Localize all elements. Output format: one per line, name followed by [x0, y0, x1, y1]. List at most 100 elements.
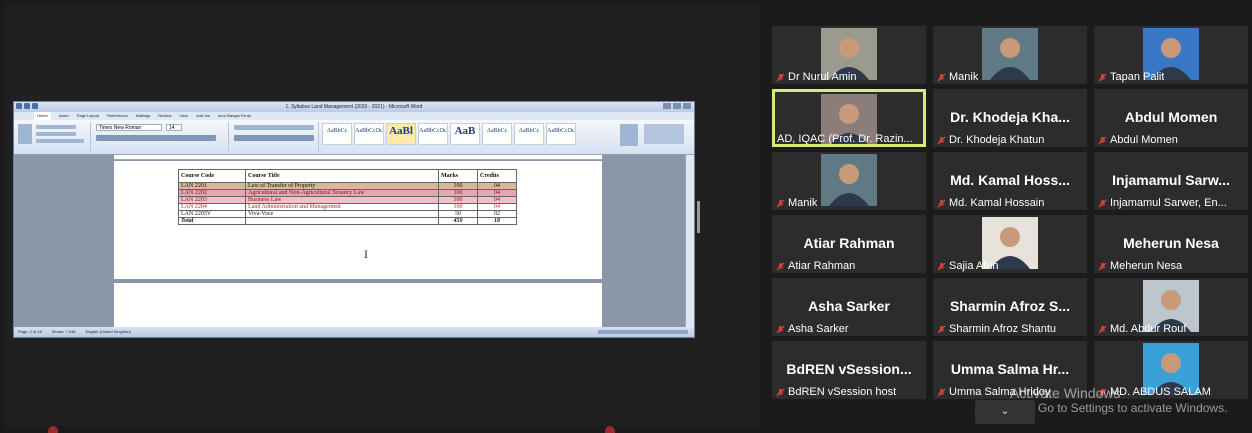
ribbon-tab[interactable]: References: [107, 112, 127, 120]
meeting-window: 1. Syllabus Land Management (2020 - 2021…: [0, 0, 1252, 433]
participant-name-label: AD, IQAC (Prof. Dr. Razin...: [777, 133, 913, 145]
minimize-icon[interactable]: [663, 103, 671, 109]
participant-display-name: Dr. Khodeja Kha...: [950, 109, 1070, 125]
shared-screen: 1. Syllabus Land Management (2020 - 2021…: [5, 6, 760, 426]
participant-name: Injamamul Sarwer, En...: [1110, 197, 1227, 209]
page-number: I: [364, 247, 368, 261]
table-header-cell: Course Title: [245, 169, 439, 183]
table-header-cell: Credits: [477, 169, 517, 183]
table-cell: Land Administration and Management: [245, 203, 439, 211]
participant-display-name: Atiar Rahman: [803, 235, 895, 251]
participant-tile[interactable]: Abdul Momen Abdul Momen: [1094, 89, 1248, 147]
change-styles-button[interactable]: [620, 124, 638, 146]
record-indicator: [605, 426, 615, 433]
participant-tile[interactable]: Tapan Palit: [1094, 26, 1248, 84]
document-page[interactable]: Course Code Course Title Marks Credits LAN …: [114, 161, 602, 279]
cut-button[interactable]: [36, 125, 76, 129]
participant-tile[interactable]: AD, IQAC (Prof. Dr. Razin...: [772, 89, 926, 147]
table-cell: 04: [477, 203, 517, 211]
mic-muted-icon: [1098, 324, 1107, 334]
ribbon-tab[interactable]: Acro Bangla Fonts: [218, 112, 251, 120]
vertical-scrollbar[interactable]: [685, 155, 694, 327]
table-cell: 50: [438, 210, 478, 218]
gallery-toggle-button[interactable]: ⌄: [975, 400, 1035, 424]
paste-button[interactable]: [18, 124, 32, 144]
share-splitter-handle[interactable]: [697, 201, 700, 233]
maximize-icon[interactable]: [673, 103, 681, 109]
office-button-icon[interactable]: [16, 103, 22, 109]
style-swatch[interactable]: AaBbCcDc: [418, 123, 448, 145]
participant-name-label: Manik: [776, 197, 817, 209]
style-swatch[interactable]: AaBl: [386, 123, 416, 145]
style-swatch[interactable]: AaBbCcDc: [354, 123, 384, 145]
participant-display-name: Injamamul Sarw...: [1112, 172, 1230, 188]
participant-tile[interactable]: Dr Nurul Amin: [772, 26, 926, 84]
participant-name-label: Injamamul Sarwer, En...: [1098, 197, 1227, 209]
undo-icon[interactable]: [32, 103, 38, 109]
participant-name-label: Dr Nurul Amin: [776, 71, 856, 83]
participant-tile[interactable]: Injamamul Sarw... Injamamul Sarwer, En...: [1094, 152, 1248, 210]
table-row: LAN 2202 Agricultural and Non-Agricultura…: [178, 189, 517, 197]
zoom-slider[interactable]: [598, 330, 688, 334]
participant-tile[interactable]: Manik: [933, 26, 1087, 84]
participant-name: Manik: [949, 71, 979, 83]
table-row: LAN 2203 Business Law 100 04: [178, 196, 517, 204]
table-cell: Law of Transfer of Property: [245, 182, 439, 190]
participant-tile[interactable]: Md. Abdur Rouf: [1094, 278, 1248, 336]
participant-tile[interactable]: Dr. Khodeja Kha... Dr. Khodeja Khatun: [933, 89, 1087, 147]
style-swatch[interactable]: AaBbCcDc: [546, 123, 576, 145]
style-swatch[interactable]: AaBbCc: [322, 123, 352, 145]
ribbon-tab[interactable]: Home: [34, 112, 51, 120]
ribbon-tab[interactable]: View: [179, 112, 188, 120]
ribbon-tab[interactable]: Review: [158, 112, 171, 120]
close-icon[interactable]: [683, 103, 691, 109]
participant-tile[interactable]: Sajia Afrin: [933, 215, 1087, 273]
table-cell: LAN 2204: [178, 203, 246, 211]
participant-name: Manik: [788, 197, 818, 209]
table-cell: 100: [438, 203, 478, 211]
participant-tile[interactable]: Asha Sarker Asha Sarker: [772, 278, 926, 336]
participant-display-name: Md. Kamal Hoss...: [950, 172, 1070, 188]
participant-name: AD, IQAC (Prof. Dr. Razin...: [777, 133, 913, 145]
activate-windows-watermark: Activate Windows Go to Settings to activ…: [1010, 385, 1227, 415]
style-swatch[interactable]: AaBbCc: [514, 123, 544, 145]
participant-tile[interactable]: Manik: [772, 152, 926, 210]
participant-tile[interactable]: Meherun Nesa Meherun Nesa: [1094, 215, 1248, 273]
participant-name: Sharmin Afroz Shantu: [949, 323, 1057, 335]
format-painter-button[interactable]: [36, 139, 84, 143]
table-cell: 100: [438, 189, 478, 197]
participant-tile[interactable]: Sharmin Afroz S... Sharmin Afroz Shantu: [933, 278, 1087, 336]
mic-muted-icon: [937, 135, 946, 145]
style-swatch[interactable]: AaB: [450, 123, 480, 145]
paragraph-group: [232, 122, 319, 152]
ribbon-tab[interactable]: Mailings: [136, 112, 151, 120]
table-header-row: Course Code Course Title Marks Credits: [178, 169, 517, 183]
participant-tile[interactable]: Md. Kamal Hoss... Md. Kamal Hossain: [933, 152, 1087, 210]
document-page-next[interactable]: [114, 283, 602, 327]
participant-name-label: BdREN vSession host: [776, 386, 896, 398]
participant-name-label: Md. Kamal Hossain: [937, 197, 1044, 209]
align-buttons[interactable]: [234, 135, 314, 141]
table-cell: Agricultural and Non-Agricultural Tenanc…: [245, 189, 439, 197]
participant-tile[interactable]: BdREN vSession... BdREN vSession host: [772, 341, 926, 399]
table-cell: LAN 2202: [178, 189, 246, 197]
styles-gallery: AaBbCc AaBbCcDc AaBl AaBbCcDc AaB AaBbCc AaBbC…: [322, 123, 576, 145]
style-swatch[interactable]: AaBbCc: [482, 123, 512, 145]
save-icon[interactable]: [24, 103, 30, 109]
ribbon-tab[interactable]: Insert: [59, 112, 69, 120]
ribbon-tab[interactable]: Add-Ins: [196, 112, 210, 120]
ribbon-tab[interactable]: Page Layout: [77, 112, 99, 120]
font-format-buttons[interactable]: [96, 135, 216, 141]
copy-button[interactable]: [36, 132, 76, 136]
table-cell: 04: [477, 189, 517, 197]
editing-group[interactable]: [644, 124, 684, 144]
participant-tile[interactable]: Atiar Rahman Atiar Rahman: [772, 215, 926, 273]
font-size-box[interactable]: 14: [166, 124, 182, 131]
table-cell: 100: [438, 196, 478, 204]
table-cell: Business Law: [245, 196, 439, 204]
font-group: Times New Roman 14: [94, 122, 229, 152]
list-buttons[interactable]: [234, 125, 314, 130]
font-name-box[interactable]: Times New Roman: [96, 124, 162, 131]
mic-muted-icon: [937, 261, 946, 271]
table-cell: 100: [438, 182, 478, 190]
